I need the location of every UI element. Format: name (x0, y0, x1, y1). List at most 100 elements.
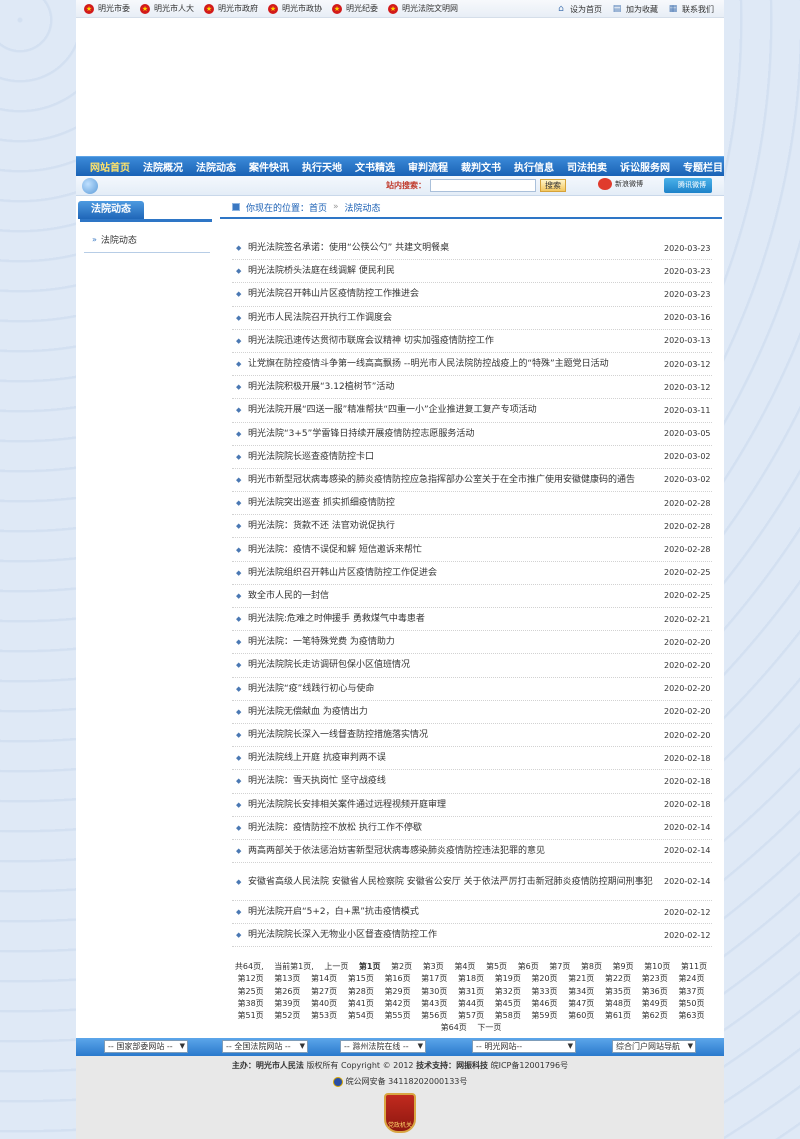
page-link[interactable]: 第40页 (311, 999, 337, 1008)
news-title[interactable]: 明光法院院长巡查疫情防控卡口 (248, 450, 664, 464)
page-link[interactable]: 第3页 (423, 962, 444, 971)
news-row[interactable]: ◆ 两高两部关于依法惩治妨害新型冠状病毒感染肺炎疫情防控违法犯罪的意见 2020-0… (232, 840, 712, 864)
news-row[interactable]: ◆ 明光法院突出巡查 抓实抓细疫情防控 2020-02-28 (232, 492, 712, 516)
page-link[interactable]: 第38页 (238, 999, 264, 1008)
news-title[interactable]: 明光市新型冠状病毒感染的肺炎疫情防控应急指挥部办公室关于在全市推广使用安徽健康码… (248, 473, 664, 487)
news-row[interactable]: ◆ 明光法院：疫情防控不放松 执行工作不停歇 2020-02-14 (232, 817, 712, 840)
sidebar-item-court-news[interactable]: » 法院动态 (84, 230, 210, 253)
page-link[interactable]: 第33页 (531, 987, 557, 996)
search-input[interactable] (430, 179, 536, 192)
top-link[interactable]: ★ 明光法院文明网 (388, 3, 458, 14)
nav-item[interactable]: 诉讼服务网 (620, 159, 670, 174)
page-link[interactable]: 第27页 (311, 987, 337, 996)
nav-item[interactable]: 裁判文书 (461, 159, 501, 174)
news-row[interactable]: ◆ 明光法院院长深入一线督查防控措施落实情况 2020-02-20 (232, 724, 712, 748)
page-link[interactable]: 第59页 (531, 1011, 557, 1020)
page-link[interactable]: 第23页 (642, 974, 668, 983)
page-link[interactable]: 第64页 (441, 1023, 467, 1032)
prev-page-link[interactable]: 上一页 (324, 962, 348, 971)
news-row[interactable]: ◆ 明光法院召开韩山片区疫情防控工作推进会 2020-03-23 (232, 283, 712, 307)
page-link[interactable]: 第7页 (549, 962, 570, 971)
news-row[interactable]: ◆ 明光法院无偿献血 为疫情出力 2020-02-20 (232, 701, 712, 724)
news-title[interactable]: 明光法院开启“5+2，白+黑”抗击疫情模式 (248, 905, 664, 919)
page-link[interactable]: 第60页 (568, 1011, 594, 1020)
page-link[interactable]: 第14页 (311, 974, 337, 983)
page-link[interactable]: 第61页 (605, 1011, 631, 1020)
page-link[interactable]: 第47页 (568, 999, 594, 1008)
nav-item[interactable]: 网站首页 (90, 159, 130, 174)
page-link[interactable]: 第54页 (348, 1011, 374, 1020)
top-link[interactable]: ★ 明光市政协 (268, 3, 322, 14)
news-title[interactable]: 明光法院院长深入一线督查防控措施落实情况 (248, 728, 664, 742)
news-title[interactable]: 明光法院开展“四送一服”精准帮扶“四重一小”企业推进复工复产专项活动 (248, 403, 664, 417)
page-link[interactable]: 第8页 (581, 962, 602, 971)
news-row[interactable]: ◆ 明光法院线上开庭 抗疫审判两不误 2020-02-18 (232, 747, 712, 771)
footer-police-record[interactable]: 皖公网安备 34118202000133号 (76, 1076, 724, 1087)
news-title[interactable]: 让党旗在防控疫情斗争第一线高高飘扬 --明光市人民法院防控战疫上的“特殊”主题党… (248, 357, 664, 371)
page-link[interactable]: 第32页 (495, 987, 521, 996)
page-link[interactable]: 第42页 (384, 999, 410, 1008)
page-link[interactable]: 第2页 (391, 962, 412, 971)
page-link[interactable]: 第9页 (613, 962, 634, 971)
news-title[interactable]: 两高两部关于依法惩治妨害新型冠状病毒感染肺炎疫情防控违法犯罪的意见 (248, 844, 664, 858)
news-title[interactable]: 明光法院线上开庭 抗疫审判两不误 (248, 751, 664, 765)
nav-item[interactable]: 专题栏目 (683, 159, 723, 174)
nav-item[interactable]: 文书精选 (355, 159, 395, 174)
link-select[interactable]: -- 全国法院网站 -- ▼ (222, 1040, 308, 1053)
next-page-link[interactable]: 下一页 (477, 1023, 501, 1032)
search-button[interactable]: 搜索 (540, 179, 566, 192)
page-link[interactable]: 第35页 (605, 987, 631, 996)
news-row[interactable]: ◆ 明光法院院长安排相关案件通过远程视频开庭审理 2020-02-18 (232, 794, 712, 817)
page-link[interactable]: 第50页 (678, 999, 704, 1008)
page-link[interactable]: 第29页 (384, 987, 410, 996)
news-row[interactable]: ◆ 明光法院“3+5”学雷锋日持续开展疫情防控志愿服务活动 2020-03-05 (232, 423, 712, 446)
page-link[interactable]: 第43页 (421, 999, 447, 1008)
news-row[interactable]: ◆ 明光市人民法院召开执行工作调度会 2020-03-16 (232, 307, 712, 330)
news-row[interactable]: ◆ 明光法院开展“四送一服”精准帮扶“四重一小”企业推进复工复产专项活动 2020-… (232, 399, 712, 423)
news-title[interactable]: 明光法院组织召开韩山片区疫情防控工作促进会 (248, 566, 664, 580)
page-link[interactable]: 第58页 (495, 1011, 521, 1020)
news-title[interactable]: 明光法院院长安排相关案件通过远程视频开庭审理 (248, 798, 664, 812)
news-row[interactable]: ◆ 明光法院：雪天执岗忙 坚守战疫线 2020-02-18 (232, 770, 712, 794)
page-link[interactable]: 第49页 (642, 999, 668, 1008)
news-title[interactable]: 明光法院无偿献血 为疫情出力 (248, 705, 664, 719)
page-link[interactable]: 第63页 (678, 1011, 704, 1020)
top-link[interactable]: ★ 明光市委 (84, 3, 130, 14)
news-row[interactable]: ◆ 明光市新型冠状病毒感染的肺炎疫情防控应急指挥部办公室关于在全市推广使用安徽健康… (232, 469, 712, 493)
news-row[interactable]: ◆ 致全市人民的一封信 2020-02-25 (232, 585, 712, 608)
page-link[interactable]: 第55页 (384, 1011, 410, 1020)
news-title[interactable]: 明光法院院长深入无物业小区督查疫情防控工作 (248, 928, 664, 942)
news-title[interactable]: 明光法院:危难之时伸援手 勇救煤气中毒患者 (248, 612, 664, 626)
page-link[interactable]: 第53页 (311, 1011, 337, 1020)
news-title[interactable]: 致全市人民的一封信 (248, 589, 664, 603)
page-link[interactable]: 第15页 (348, 974, 374, 983)
news-title[interactable]: 明光法院：雪天执岗忙 坚守战疫线 (248, 774, 664, 788)
page-link[interactable]: 第20页 (531, 974, 557, 983)
news-title[interactable]: 明光法院“疫”线践行初心与使命 (248, 682, 664, 696)
page-link[interactable]: 第19页 (495, 974, 521, 983)
page-link[interactable]: 第24页 (678, 974, 704, 983)
page-link[interactable]: 第5页 (486, 962, 507, 971)
top-link[interactable]: ★ 明光纪委 (332, 3, 378, 14)
news-title[interactable]: 明光法院：一笔特殊党费 为疫情助力 (248, 635, 664, 649)
news-row[interactable]: ◆ 明光法院迅速传达贯彻市联席会议精神 切实加强疫情防控工作 2020-03-13 (232, 330, 712, 353)
news-title[interactable]: 明光法院迅速传达贯彻市联席会议精神 切实加强疫情防控工作 (248, 334, 664, 348)
page-link[interactable]: 第31页 (458, 987, 484, 996)
page-link[interactable]: 第44页 (458, 999, 484, 1008)
page-link[interactable]: 第45页 (495, 999, 521, 1008)
link-select[interactable]: -- 滁州法院在线 -- ▼ (340, 1040, 426, 1053)
page-link[interactable]: 第41页 (348, 999, 374, 1008)
page-link[interactable]: 第36页 (642, 987, 668, 996)
page-link[interactable]: 第26页 (274, 987, 300, 996)
page-link[interactable]: 第10页 (644, 962, 670, 971)
news-title[interactable]: 明光法院桥头法庭在线调解 便民利民 (248, 264, 664, 278)
breadcrumb-current[interactable]: 法院动态 (345, 201, 381, 214)
page-link[interactable]: 第48页 (605, 999, 631, 1008)
news-row[interactable]: ◆ 明光法院桥头法庭在线调解 便民利民 2020-03-23 (232, 260, 712, 284)
sina-weibo-link[interactable]: 新浪微博 (598, 178, 643, 190)
party-government-badge[interactable]: 党政机关 (384, 1093, 416, 1133)
news-title[interactable]: 明光法院院长走访调研包保小区值班情况 (248, 658, 664, 672)
page-link[interactable]: 第28页 (348, 987, 374, 996)
link-select[interactable]: -- 国家部委网站 -- ▼ (104, 1040, 188, 1053)
page-link[interactable]: 第21页 (568, 974, 594, 983)
